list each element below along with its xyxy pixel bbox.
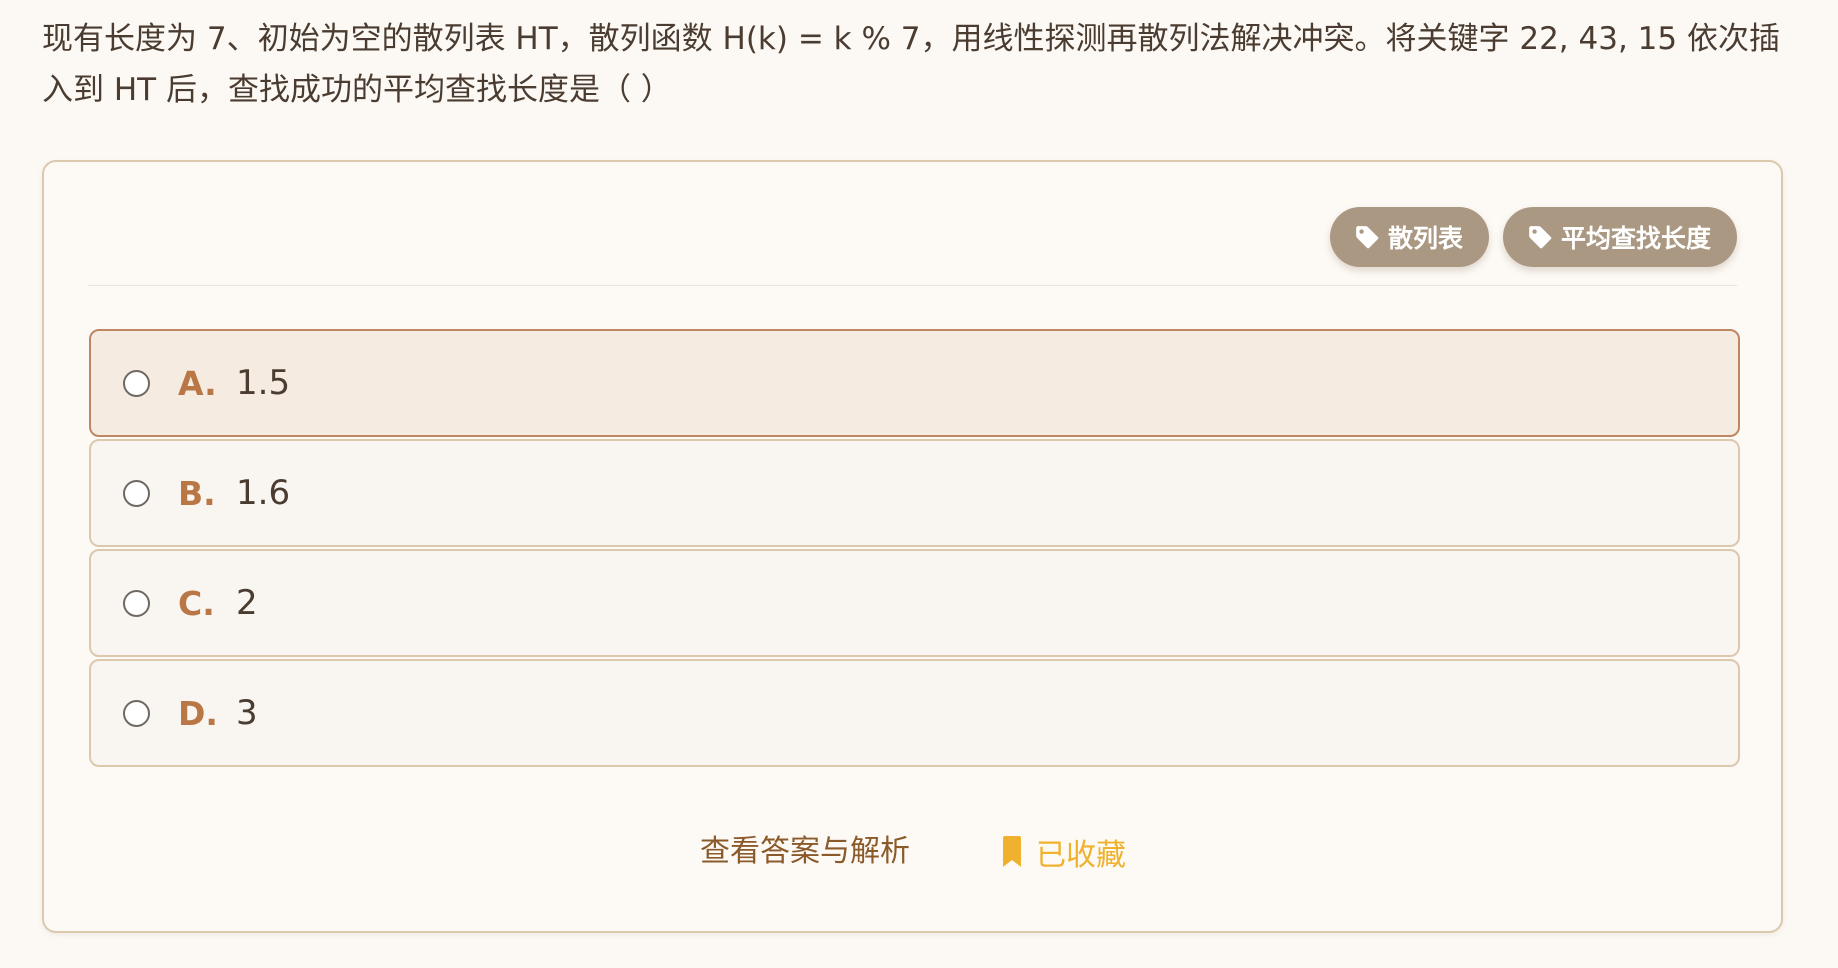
- action-bar: 查看答案与解析 已收藏: [44, 827, 1781, 877]
- favorite-button[interactable]: 已收藏: [1000, 827, 1126, 877]
- radio-button[interactable]: [123, 369, 150, 397]
- option-text: 2: [236, 583, 258, 623]
- tag-icon: [1356, 226, 1379, 249]
- option-text: 1.6: [236, 473, 291, 513]
- radio-button[interactable]: [123, 589, 150, 617]
- bookmark-icon: [1003, 836, 1021, 867]
- option-letter: C.: [178, 583, 215, 623]
- option-letter: D.: [178, 693, 218, 733]
- radio-button[interactable]: [123, 699, 150, 727]
- tag-label: 平均查找长度: [1560, 224, 1711, 253]
- option-letter: A.: [178, 363, 217, 403]
- tag-chip[interactable]: 散列表: [1329, 207, 1489, 267]
- option-c[interactable]: C. 2: [89, 549, 1740, 657]
- option-list: A. 1.5 B. 1.6 C. 2 D. 3: [89, 329, 1740, 769]
- tag-icon: [1529, 226, 1552, 249]
- option-text: 3: [236, 693, 258, 733]
- tag-label: 散列表: [1387, 224, 1463, 253]
- option-d[interactable]: D. 3: [89, 659, 1740, 767]
- option-letter: B.: [178, 473, 216, 513]
- question-card: 散列表 平均查找长度 A. 1.5 B. 1.6 C. 2 D. 3 查看答案与…: [42, 160, 1783, 933]
- divider: [88, 285, 1737, 286]
- page: 现有长度为 7、初始为空的散列表 HT，散列函数 H(k) = k % 7，用线…: [0, 0, 1838, 968]
- question-text: 现有长度为 7、初始为空的散列表 HT，散列函数 H(k) = k % 7，用线…: [42, 21, 1780, 108]
- option-b[interactable]: B. 1.6: [89, 439, 1740, 547]
- radio-button[interactable]: [123, 479, 150, 507]
- option-text: 1.5: [236, 363, 291, 403]
- tag-chip[interactable]: 平均查找长度: [1502, 207, 1737, 267]
- favorite-label: 已收藏: [1036, 838, 1126, 873]
- option-a[interactable]: A. 1.5: [89, 329, 1740, 437]
- view-answer-button[interactable]: 查看答案与解析: [700, 827, 910, 877]
- tag-list: 散列表 平均查找长度: [1329, 207, 1737, 267]
